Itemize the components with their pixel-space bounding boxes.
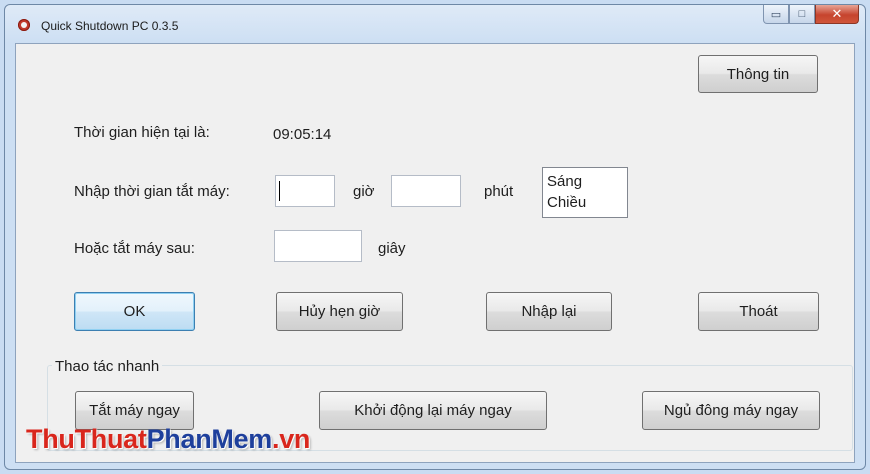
seconds-input[interactable] <box>274 230 362 262</box>
hours-unit-label: giờ <box>353 183 375 200</box>
shutdown-after-label: Hoặc tắt máy sau: <box>74 240 195 257</box>
current-time-label: Thời gian hiện tại là: <box>74 124 210 141</box>
caption-buttons: ▭ □ ✕ <box>763 5 859 25</box>
restart-now-button[interactable]: Khởi động lại máy ngay <box>319 391 547 430</box>
text-caret <box>279 181 280 201</box>
period-option-morning[interactable]: Sáng <box>547 171 623 192</box>
client-area: Thông tin Thời gian hiện tại là: 09:05:1… <box>15 43 855 463</box>
hibernate-now-button[interactable]: Ngủ đông máy ngay <box>642 391 820 430</box>
window-title: Quick Shutdown PC 0.3.5 <box>41 19 179 33</box>
quick-actions-label: Thao tác nhanh <box>52 358 163 375</box>
shutdown-time-label: Nhập thời gian tắt máy: <box>74 183 230 200</box>
hours-input[interactable] <box>275 175 335 207</box>
info-button[interactable]: Thông tin <box>698 55 818 93</box>
period-option-afternoon[interactable]: Chiều <box>547 192 623 213</box>
current-time-value: 09:05:14 <box>273 126 332 143</box>
title-bar[interactable]: Quick Shutdown PC 0.3.5 ▭ □ ✕ <box>5 5 865 41</box>
watermark-logo: ThuThuatPhanMem.vn <box>26 424 311 454</box>
period-listbox[interactable]: Sáng Chiều <box>542 167 628 218</box>
maximize-icon: □ <box>798 8 806 20</box>
exit-button[interactable]: Thoát <box>698 292 819 331</box>
app-window: Quick Shutdown PC 0.3.5 ▭ □ ✕ Thông tin … <box>4 4 866 470</box>
ok-button[interactable]: OK <box>74 292 195 331</box>
close-button[interactable]: ✕ <box>815 5 859 24</box>
app-icon <box>18 19 30 31</box>
minutes-input[interactable] <box>391 175 461 207</box>
seconds-unit-label: giây <box>378 240 406 257</box>
minimize-button[interactable]: ▭ <box>763 5 789 24</box>
minutes-unit-label: phút <box>484 183 514 200</box>
maximize-button[interactable]: □ <box>789 5 815 24</box>
reset-button[interactable]: Nhập lại <box>486 292 612 331</box>
minimize-icon: ▭ <box>770 8 782 21</box>
cancel-schedule-button[interactable]: Hủy hẹn giờ <box>276 292 403 331</box>
close-icon: ✕ <box>831 6 843 21</box>
